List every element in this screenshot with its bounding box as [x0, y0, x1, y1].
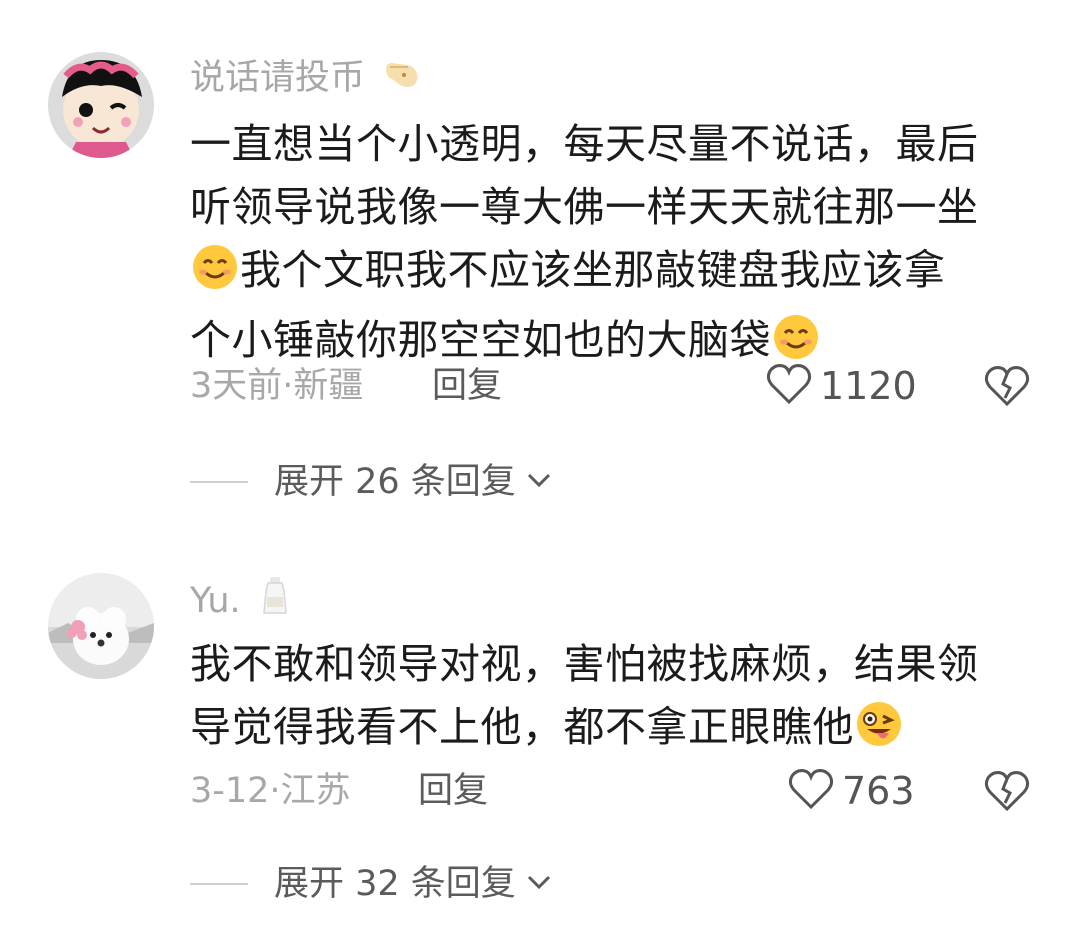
dislike-button[interactable]	[984, 769, 1030, 817]
username[interactable]: 说话请投币	[190, 53, 422, 105]
milk-bottle-badge-icon	[258, 575, 292, 629]
expand-replies-label: 展开 32 条回复	[274, 864, 516, 904]
like-count: 1120	[820, 364, 917, 408]
comment-line: 我不敢和领导对视，害怕被找麻烦，结果领	[190, 640, 979, 688]
heart-icon	[766, 362, 812, 410]
chevron-down-icon	[526, 471, 552, 493]
expand-replies-button[interactable]: 展开 26 条回复	[190, 458, 552, 506]
comment-line: 导觉得我看不上他，都不拿正眼瞧他	[190, 703, 854, 751]
wink-tongue-emoji	[855, 700, 903, 766]
broken-heart-icon	[984, 771, 1030, 817]
comment-line: 听领导说我像一尊大佛一样天天就往那一坐	[190, 183, 979, 231]
avatar[interactable]	[48, 573, 154, 679]
broken-heart-icon	[984, 366, 1030, 412]
comment-meta: 3-12·江苏	[190, 771, 351, 811]
username-text[interactable]: 说话请投币	[190, 58, 365, 98]
chevron-down-icon	[526, 873, 552, 895]
like-button[interactable]: 1120	[766, 362, 917, 410]
username-text[interactable]: Yu.	[190, 581, 241, 621]
divider	[190, 481, 248, 483]
expand-replies-label: 展开 26 条回复	[274, 462, 516, 502]
reply-button[interactable]: 回复	[418, 767, 488, 815]
expand-replies-button[interactable]: 展开 32 条回复	[190, 860, 552, 908]
comment-line: 一直想当个小透明，每天尽量不说话，最后	[190, 120, 979, 168]
like-count: 763	[842, 769, 915, 813]
comment-line: 个小锤敲你那空空如也的大脑袋	[190, 316, 771, 364]
dislike-button[interactable]	[984, 364, 1030, 412]
comment-text: 我不敢和领导对视，害怕被找麻烦，结果领 导觉得我看不上他，都不拿正眼瞧他	[190, 633, 1040, 766]
like-button[interactable]: 763	[788, 767, 915, 815]
divider	[190, 883, 248, 885]
comment-text: 一直想当个小透明，每天尽量不说话，最后 听领导说我像一尊大佛一样天天就往那一坐 …	[190, 113, 1040, 379]
username[interactable]: Yu.	[190, 575, 292, 629]
comment-line: 我个文职我不应该坐那敲键盘我应该拿	[240, 246, 946, 294]
heart-icon	[788, 767, 834, 815]
finger-badge-icon	[382, 53, 422, 105]
smile-emoji	[191, 243, 239, 309]
reply-button[interactable]: 回复	[432, 362, 502, 410]
avatar[interactable]	[48, 52, 154, 158]
comment-meta: 3天前·新疆	[190, 366, 364, 406]
